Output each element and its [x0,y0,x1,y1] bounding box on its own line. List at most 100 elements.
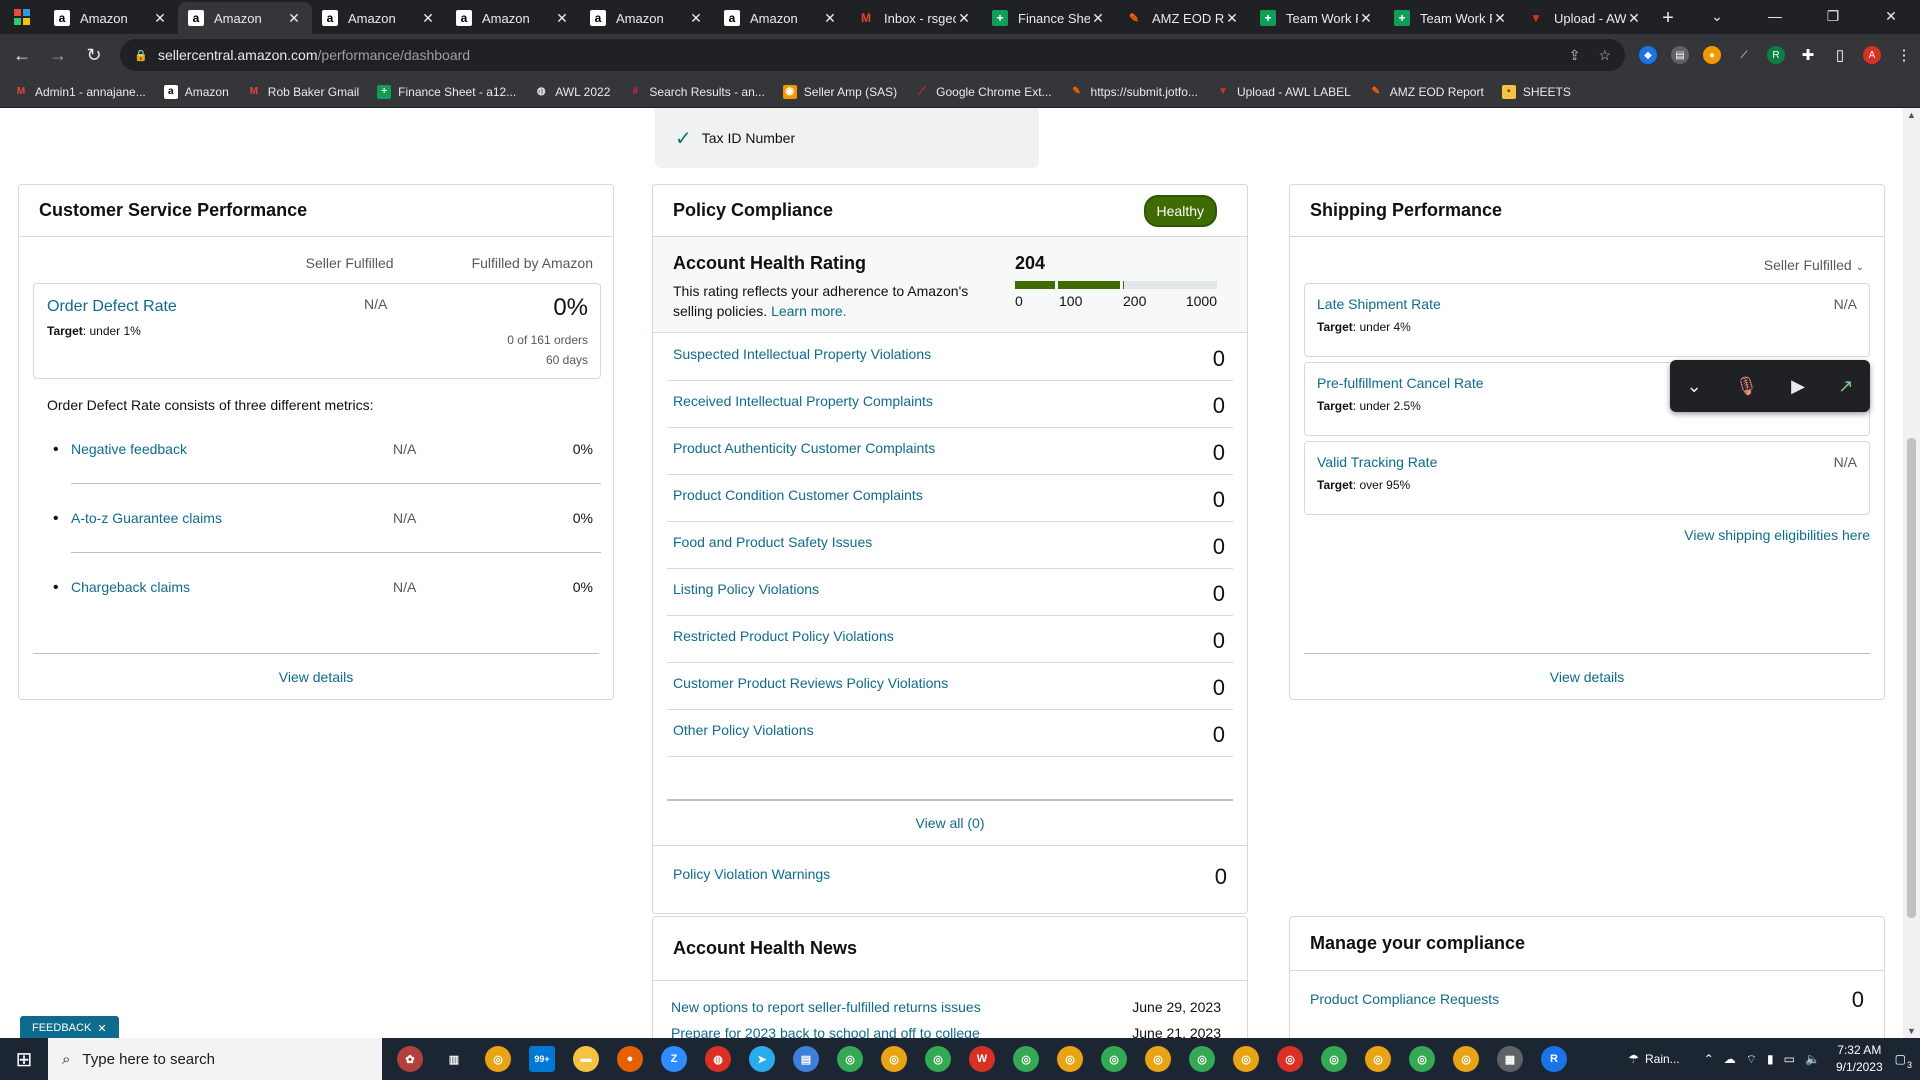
browser-tab[interactable]: a Amazon ✕ [312,2,446,34]
app-grid-icon[interactable] [0,0,44,34]
close-tab-icon[interactable]: ✕ [822,10,838,27]
shipping-eligibilities-link[interactable]: View shipping eligibilities here [1684,527,1870,543]
close-tab-icon[interactable]: ✕ [1090,10,1106,27]
taskbar-chrome-icon[interactable]: ◎ [1268,1038,1312,1080]
weather-label[interactable]: Rain... [1645,1052,1680,1066]
close-tab-icon[interactable]: ✕ [1626,10,1642,27]
news-link[interactable]: New options to report seller-fulfilled r… [671,999,981,1015]
close-tab-icon[interactable]: ✕ [688,10,704,27]
compliance-requests-link[interactable]: Product Compliance Requests [1310,991,1499,1007]
metric-link[interactable]: A-to-z Guarantee claims [71,510,222,526]
forward-icon[interactable]: → [44,41,72,69]
restore-button[interactable]: ❐ [1804,0,1862,32]
browser-tab[interactable]: M Inbox - rsgec ✕ [848,2,982,34]
new-tab-button[interactable]: + [1652,2,1684,34]
policy-link[interactable]: Other Policy Violations [673,722,814,738]
taskbar-chrome-icon[interactable]: ◎ [1136,1038,1180,1080]
close-tab-icon[interactable]: ✕ [420,10,436,27]
page-scrollbar[interactable]: ▲ ▼ [1903,108,1920,1038]
bookmark-item[interactable]: + Finance Sheet - a12... [377,84,516,99]
taskbar-search[interactable]: ⌕ Type here to search [48,1038,382,1080]
fulfillment-selector[interactable]: Seller Fulfilled ⌄ [1764,257,1864,273]
view-all-link[interactable]: View all (0) [916,815,985,831]
close-window-button[interactable]: ✕ [1862,0,1920,32]
taskbar-chrome-icon[interactable]: ◎ [1444,1038,1488,1080]
mic-muted-icon[interactable]: 🎙 [1735,376,1758,397]
browser-tab[interactable]: a Amazon ✕ [178,2,312,34]
address-bar[interactable]: 🔒 sellercentral.amazon.com/performance/d… [120,39,1625,71]
taskbar-file-explorer-icon[interactable]: ▬ [564,1038,608,1080]
taskbar-chrome-icon[interactable]: ◎ [1092,1038,1136,1080]
metric-link[interactable]: Chargeback claims [71,579,190,595]
tray-chevron-icon[interactable]: ⌃ [1704,1052,1714,1066]
taskbar-firefox-icon[interactable]: ● [608,1038,652,1080]
bookmark-item[interactable]: ◉ Seller Amp (SAS) [782,84,897,99]
bookmark-item[interactable]: ◍ AWL 2022 [534,85,611,99]
extension-icon-4[interactable]: ⟋ [1735,46,1753,64]
taskbar-task-view-icon[interactable]: ▥ [432,1038,476,1080]
taskbar-chrome-icon[interactable]: ◎ [916,1038,960,1080]
taskbar-chrome-icon[interactable]: ◎ [476,1038,520,1080]
sidepanel-icon[interactable]: ▯ [1831,46,1849,64]
policy-link[interactable]: Food and Product Safety Issues [673,534,872,550]
taskbar-chrome-icon[interactable]: ◎ [1048,1038,1092,1080]
weather-icon[interactable]: ☂ [1628,1052,1639,1066]
policy-link[interactable]: Restricted Product Policy Violations [673,628,894,644]
share-icon[interactable]: ⇪ [1569,47,1581,64]
extension-icon-1[interactable]: ◆ [1639,46,1657,64]
browser-tab[interactable]: + Finance Shee✕ [982,2,1116,34]
shipping-metric-link[interactable]: Pre-fulfillment Cancel Rate [1317,375,1484,391]
profile-avatar[interactable]: A [1863,46,1881,64]
open-window-icon[interactable]: ↗ [1838,376,1853,397]
close-tab-icon[interactable]: ✕ [1358,10,1374,27]
tab-search-icon[interactable]: ⌄ [1688,0,1746,32]
bookmark-item[interactable]: ⟋ Google Chrome Ext... [915,85,1052,99]
bookmark-item[interactable]: ▼ Upload - AWL LABEL [1216,85,1351,99]
browser-tab[interactable]: ▼ Upload - AW ✕ [1518,2,1652,34]
bookmark-item[interactable]: # Search Results - an... [628,85,765,99]
policy-link[interactable]: Received Intellectual Property Complaint… [673,393,933,409]
bookmark-item[interactable]: M Rob Baker Gmail [247,85,360,99]
close-tab-icon[interactable]: ✕ [956,10,972,27]
shipping-metric-link[interactable]: Valid Tracking Rate [1317,454,1437,470]
csp-view-details-link[interactable]: View details [279,669,353,685]
taskbar-telegram-icon[interactable]: ➤ [740,1038,784,1080]
bookmark-star-icon[interactable]: ☆ [1598,47,1611,64]
browser-tab[interactable]: a Amazon ✕ [446,2,580,34]
policy-link[interactable]: Suspected Intellectual Property Violatio… [673,346,931,362]
browser-tab[interactable]: a Amazon ✕ [580,2,714,34]
bookmark-item[interactable]: ▪ SHEETS [1501,84,1571,99]
taskbar-flower-icon[interactable]: ✿ [388,1038,432,1080]
policy-link[interactable]: Customer Product Reviews Policy Violatio… [673,675,948,691]
volume-icon[interactable]: 🔈 [1805,1052,1820,1066]
bookmark-item[interactable]: ✎ AMZ EOD Report [1369,85,1484,99]
shipping-view-details-link[interactable]: View details [1550,669,1624,685]
shipping-metric-link[interactable]: Late Shipment Rate [1317,296,1441,312]
browser-tab[interactable]: ✎ AMZ EOD Re ✕ [1116,2,1250,34]
back-icon[interactable]: ← [8,41,36,69]
taskbar-notepad-icon[interactable]: ▤ [784,1038,828,1080]
extension-icon-5[interactable]: R [1767,46,1785,64]
bookmark-item[interactable]: a Amazon [163,84,229,99]
browser-tab[interactable]: + Team Work F ✕ [1384,2,1518,34]
extension-icon-2[interactable]: ▤ [1671,46,1689,64]
taskbar-chrome-icon[interactable]: ◎ [1224,1038,1268,1080]
puzzle-icon[interactable]: ✚ [1799,46,1817,64]
close-icon[interactable]: ✕ [97,1022,106,1035]
policy-link[interactable]: Product Authenticity Customer Complaints [673,440,935,456]
onedrive-icon[interactable]: ☁ [1724,1052,1736,1066]
mic-icon[interactable]: ▮ [1767,1052,1774,1066]
taskbar-chrome-icon[interactable]: ◎ [1004,1038,1048,1080]
bookmark-item[interactable]: M Admin1 - annajane... [14,85,146,99]
chevron-down-icon[interactable]: ⌄ [1687,376,1702,397]
taskbar-chrome-icon[interactable]: ◎ [1400,1038,1444,1080]
policy-link[interactable]: Product Condition Customer Complaints [673,487,923,503]
taskbar-chrome-icon[interactable]: ◎ [828,1038,872,1080]
news-link[interactable]: Prepare for 2023 back to school and off … [671,1025,980,1038]
reload-icon[interactable]: ↻ [80,41,108,69]
clock[interactable]: 7:32 AM 9/1/2023 [1836,1042,1883,1076]
policy-warnings-link[interactable]: Policy Violation Warnings [673,866,830,882]
camera-icon[interactable]: ▶ [1791,376,1805,397]
taskbar-calculator-icon[interactable]: ▦ [1488,1038,1532,1080]
browser-tab[interactable]: + Team Work F ✕ [1250,2,1384,34]
